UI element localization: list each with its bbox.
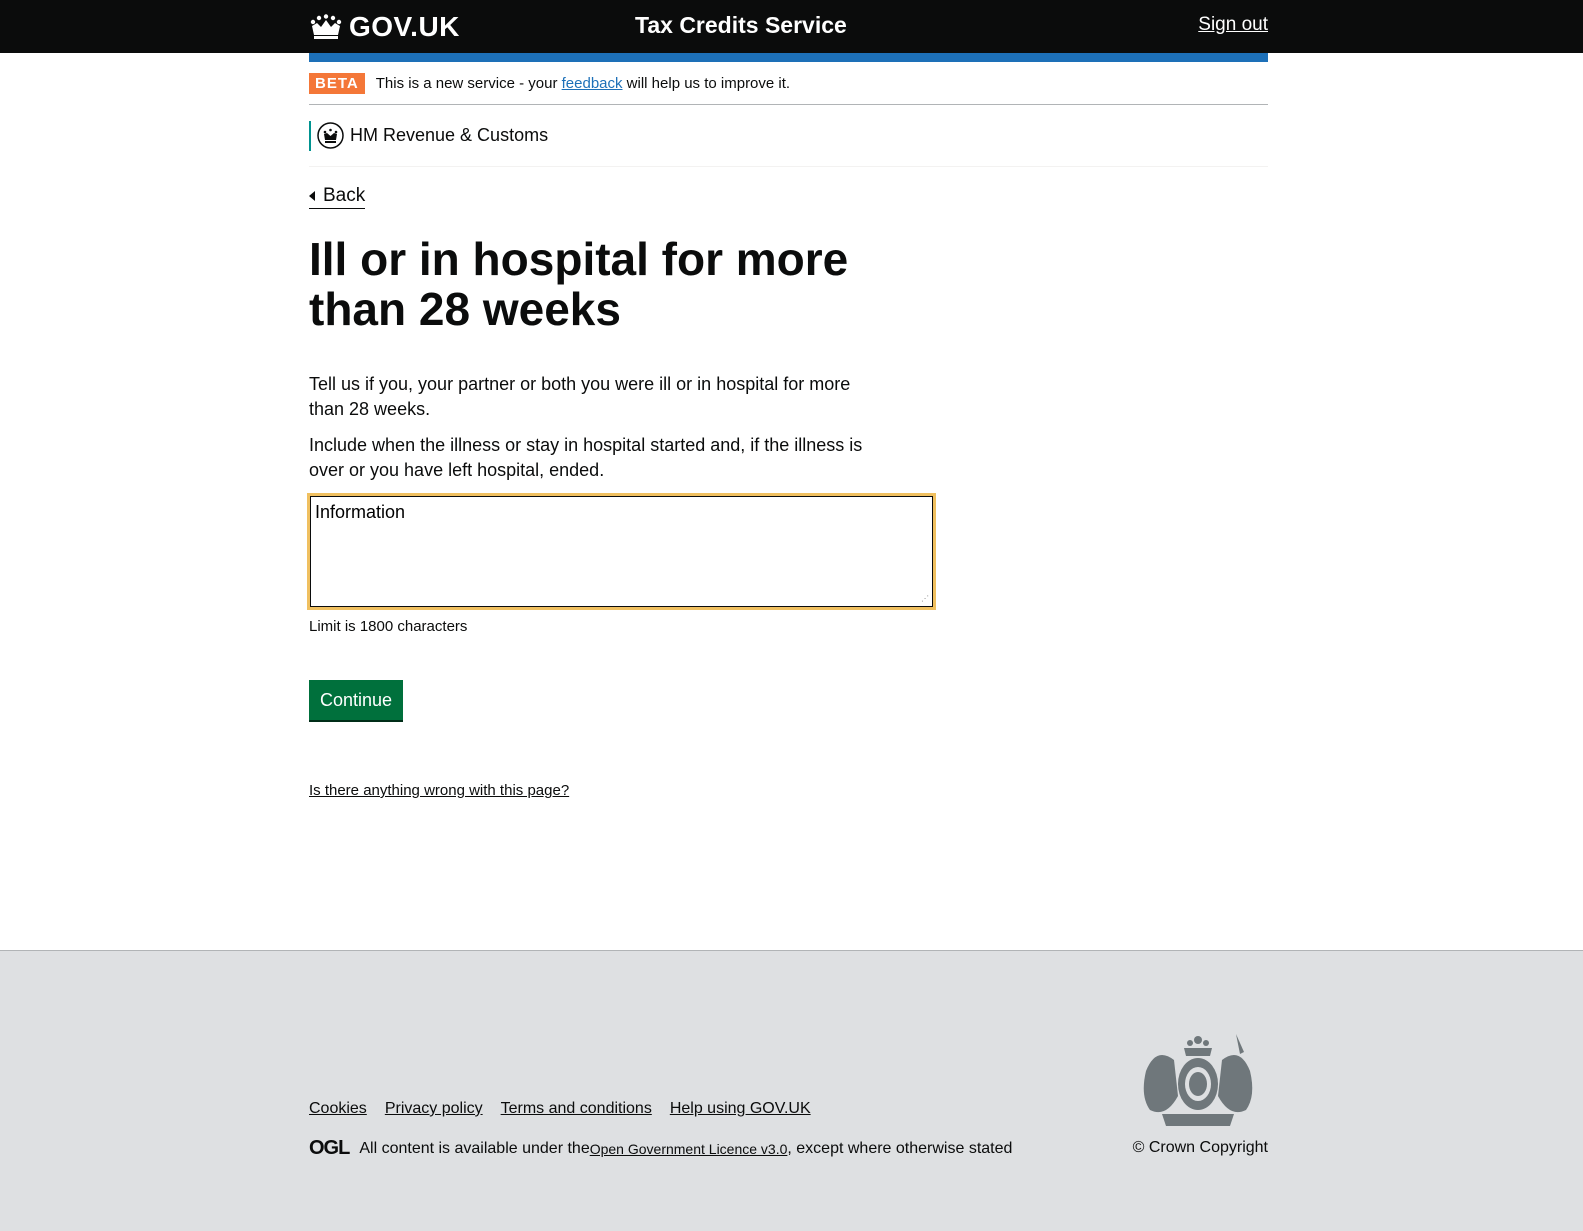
- govuk-logo-link[interactable]: GOV.UK: [309, 10, 460, 44]
- phase-banner-text: This is a new service - your feedback wi…: [376, 75, 790, 92]
- phase-text-after: will help us to improve it.: [622, 74, 791, 92]
- sign-out-link[interactable]: Sign out: [1198, 14, 1268, 36]
- back-arrow-icon: [309, 191, 315, 201]
- footer-link-cookies[interactable]: Cookies: [309, 1100, 367, 1118]
- phase-banner: BETA This is a new service - your feedba…: [309, 62, 1268, 105]
- organisation-name: HM Revenue & Customs: [350, 125, 549, 145]
- back-link[interactable]: Back: [309, 185, 366, 209]
- feedback-link[interactable]: feedback: [562, 75, 623, 92]
- crown-icon: [310, 14, 342, 39]
- organisation-logo[interactable]: HM Revenue & Customs: [309, 120, 549, 151]
- ogl-logo-icon: OGL: [309, 1137, 350, 1159]
- service-name[interactable]: Tax Credits Service: [635, 12, 847, 39]
- back-link-label: Back: [323, 185, 366, 206]
- report-problem-link[interactable]: Is there anything wrong with this page?: [309, 782, 569, 799]
- footer-links: Cookies Privacy policy Terms and conditi…: [309, 1100, 811, 1118]
- footer-link-help[interactable]: Help using GOV.UK: [670, 1100, 811, 1118]
- site-header: GOV.UK Tax Credits Service Sign out: [0, 0, 1583, 53]
- site-footer: Cookies Privacy policy Terms and conditi…: [0, 950, 1583, 1231]
- licence-statement: OGL All content is available under the O…: [309, 1137, 1012, 1160]
- intro-paragraph: Tell us if you, your partner or both you…: [309, 374, 851, 419]
- organisation-banner: HM Revenue & Customs: [309, 105, 1268, 167]
- page-title: Ill or in hospital for more than 28 week…: [309, 233, 849, 335]
- beta-tag: BETA: [309, 72, 365, 94]
- resize-grip-icon[interactable]: ⋰: [921, 595, 929, 603]
- information-textarea[interactable]: Information: [310, 496, 933, 607]
- royal-coat-of-arms-icon[interactable]: [1136, 1026, 1260, 1128]
- licence-text-before: All content is available under the: [359, 1139, 590, 1157]
- footer-link-privacy[interactable]: Privacy policy: [385, 1100, 483, 1118]
- phase-text-before: This is a new service - your: [375, 74, 562, 92]
- instruction-paragraph: Include when the illness or stay in hosp…: [309, 435, 863, 480]
- header-blue-bar: [309, 53, 1268, 62]
- licence-text-after: , except where otherwise stated: [787, 1139, 1013, 1157]
- footer-link-terms[interactable]: Terms and conditions: [501, 1100, 652, 1118]
- character-limit-hint: Limit is 1800 characters: [309, 618, 468, 635]
- hmrc-crest-icon: [317, 122, 344, 149]
- crown-copyright[interactable]: © Crown Copyright: [1133, 1139, 1268, 1157]
- continue-button[interactable]: Continue: [309, 680, 403, 720]
- header-container: GOV.UK Tax Credits Service Sign out: [309, 0, 1268, 53]
- information-textarea-focus-ring: Information ⋰: [307, 493, 936, 610]
- open-government-licence-link[interactable]: Open Government Licence v3.0: [590, 1141, 788, 1157]
- logo-text: GOV.UK: [349, 11, 460, 42]
